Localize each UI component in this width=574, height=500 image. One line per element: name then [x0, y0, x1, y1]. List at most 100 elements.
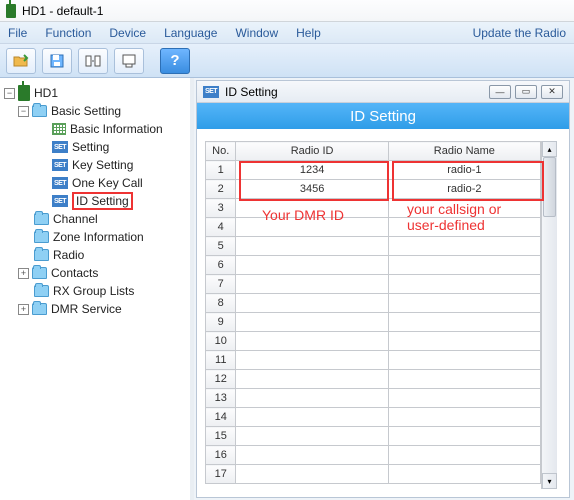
tree-one-key-call[interactable]: One Key Call	[72, 176, 143, 190]
col-no[interactable]: No.	[206, 142, 236, 161]
nav-tree: −HD1 −Basic Setting Basic Information SE…	[0, 78, 190, 500]
cell-radio-name[interactable]	[388, 237, 540, 256]
cell-radio-id[interactable]: 3456	[236, 180, 388, 199]
cell-radio-name[interactable]	[388, 389, 540, 408]
cell-radio-id[interactable]	[236, 408, 388, 427]
table-row[interactable]: 4	[206, 218, 541, 237]
tree-rx-group-lists[interactable]: RX Group Lists	[53, 284, 134, 298]
table-row[interactable]: 3	[206, 199, 541, 218]
expand-icon[interactable]: −	[18, 106, 29, 117]
cell-radio-id[interactable]	[236, 389, 388, 408]
menu-help[interactable]: Help	[296, 26, 321, 40]
cell-radio-name[interactable]	[388, 446, 540, 465]
scroll-up-icon[interactable]: ▴	[542, 141, 557, 157]
table-row[interactable]: 8	[206, 294, 541, 313]
cell-radio-id[interactable]	[236, 465, 388, 484]
cell-radio-id[interactable]	[236, 237, 388, 256]
tree-basic-information[interactable]: Basic Information	[70, 122, 163, 136]
expand-icon[interactable]: +	[18, 304, 29, 315]
cell-radio-name[interactable]	[388, 465, 540, 484]
cell-radio-name[interactable]	[388, 294, 540, 313]
scroll-thumb[interactable]	[543, 157, 556, 217]
cell-no: 11	[206, 351, 236, 370]
col-radio-name[interactable]: Radio Name	[388, 142, 540, 161]
expand-icon[interactable]: +	[18, 268, 29, 279]
table-row[interactable]: 5	[206, 237, 541, 256]
cell-radio-id[interactable]	[236, 256, 388, 275]
table-row[interactable]: 11234radio-1	[206, 161, 541, 180]
tree-zone-information[interactable]: Zone Information	[53, 230, 144, 244]
cell-radio-id[interactable]	[236, 446, 388, 465]
vertical-scrollbar[interactable]: ▴ ▾	[541, 141, 557, 489]
write-button[interactable]	[114, 48, 144, 74]
cell-radio-name[interactable]	[388, 351, 540, 370]
cell-no: 2	[206, 180, 236, 199]
expand-icon[interactable]: −	[4, 88, 15, 99]
cell-radio-name[interactable]	[388, 256, 540, 275]
cell-radio-name[interactable]	[388, 275, 540, 294]
cell-radio-id[interactable]	[236, 313, 388, 332]
cell-radio-name[interactable]	[388, 408, 540, 427]
tree-contacts[interactable]: Contacts	[51, 266, 98, 280]
scroll-track[interactable]	[542, 157, 557, 473]
table-row[interactable]: 11	[206, 351, 541, 370]
read-button[interactable]	[78, 48, 108, 74]
save-button[interactable]	[42, 48, 72, 74]
cell-radio-id[interactable]	[236, 332, 388, 351]
cell-radio-name[interactable]	[388, 199, 540, 218]
tree-dmr-service[interactable]: DMR Service	[51, 302, 122, 316]
radio-icon	[6, 4, 16, 18]
menu-device[interactable]: Device	[109, 26, 146, 40]
cell-no: 13	[206, 389, 236, 408]
tree-id-setting[interactable]: ID Setting	[72, 192, 133, 210]
cell-radio-id[interactable]	[236, 294, 388, 313]
table-row[interactable]: 6	[206, 256, 541, 275]
cell-radio-id[interactable]	[236, 427, 388, 446]
tree-setting[interactable]: Setting	[72, 140, 109, 154]
table-row[interactable]: 9	[206, 313, 541, 332]
table-row[interactable]: 16	[206, 446, 541, 465]
cell-radio-id[interactable]	[236, 275, 388, 294]
menu-function[interactable]: Function	[45, 26, 91, 40]
table-row[interactable]: 10	[206, 332, 541, 351]
menu-window[interactable]: Window	[235, 26, 278, 40]
tree-key-setting[interactable]: Key Setting	[72, 158, 133, 172]
col-radio-id[interactable]: Radio ID	[236, 142, 388, 161]
folder-icon	[34, 231, 49, 243]
cell-radio-id[interactable]: 1234	[236, 161, 388, 180]
help-button[interactable]: ?	[160, 48, 190, 74]
cell-no: 4	[206, 218, 236, 237]
cell-radio-id[interactable]	[236, 218, 388, 237]
cell-radio-name[interactable]	[388, 427, 540, 446]
tree-channel[interactable]: Channel	[53, 212, 98, 226]
open-button[interactable]	[6, 48, 36, 74]
menu-update-radio[interactable]: Update the Radio	[473, 26, 566, 40]
table-row[interactable]: 15	[206, 427, 541, 446]
table-row[interactable]: 7	[206, 275, 541, 294]
cell-radio-name[interactable]	[388, 370, 540, 389]
cell-radio-id[interactable]	[236, 351, 388, 370]
menu-file[interactable]: File	[8, 26, 27, 40]
close-button[interactable]: ✕	[541, 85, 563, 99]
cell-no: 12	[206, 370, 236, 389]
scroll-down-icon[interactable]: ▾	[542, 473, 557, 489]
table-row[interactable]: 13	[206, 389, 541, 408]
tree-basic-setting[interactable]: Basic Setting	[51, 104, 121, 118]
tree-radio[interactable]: Radio	[53, 248, 84, 262]
table-row[interactable]: 12	[206, 370, 541, 389]
cell-radio-name[interactable]	[388, 218, 540, 237]
cell-radio-id[interactable]	[236, 199, 388, 218]
tree-root[interactable]: HD1	[34, 86, 58, 100]
cell-radio-name[interactable]: radio-2	[388, 180, 540, 199]
maximize-button[interactable]: ▭	[515, 85, 537, 99]
minimize-button[interactable]: —	[489, 85, 511, 99]
cell-radio-name[interactable]	[388, 332, 540, 351]
cell-radio-name[interactable]: radio-1	[388, 161, 540, 180]
table-row[interactable]: 23456radio-2	[206, 180, 541, 199]
cell-radio-name[interactable]	[388, 313, 540, 332]
table-row[interactable]: 17	[206, 465, 541, 484]
folder-icon	[32, 303, 47, 315]
menu-language[interactable]: Language	[164, 26, 217, 40]
cell-radio-id[interactable]	[236, 370, 388, 389]
table-row[interactable]: 14	[206, 408, 541, 427]
